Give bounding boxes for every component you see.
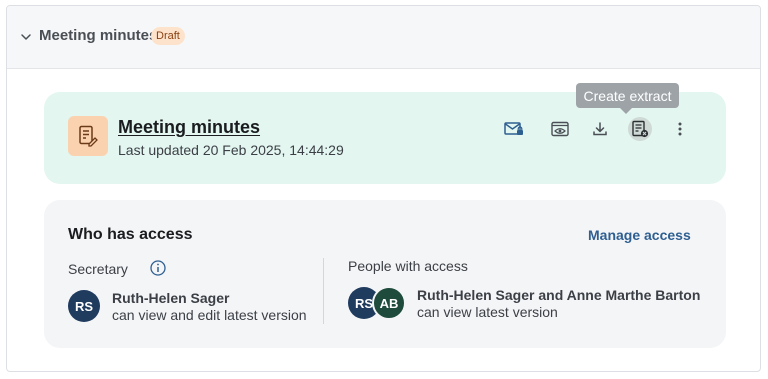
create-extract-tooltip: Create extract (576, 83, 679, 108)
divider (323, 258, 324, 324)
manage-access-link[interactable]: Manage access (588, 227, 691, 243)
access-title: Who has access (68, 226, 193, 243)
secretary-permission: can view and edit latest version (112, 307, 307, 323)
document-card: Meeting minutes Draft Meeting minutes La… (6, 5, 761, 372)
secretary-label: Secretary (68, 261, 128, 277)
email-lock-icon (504, 122, 523, 135)
document-title-link[interactable]: Meeting minutes (118, 117, 260, 138)
draft-badge: Draft (151, 27, 185, 45)
download-button[interactable] (588, 117, 612, 141)
last-updated-text: Last updated 20 Feb 2025, 14:44:29 (118, 142, 344, 158)
chevron-down-icon[interactable] (20, 31, 32, 43)
document-icon (68, 116, 108, 156)
info-icon[interactable] (150, 260, 166, 276)
create-extract-button[interactable] (628, 117, 652, 141)
more-options-button[interactable] (668, 117, 692, 141)
send-email-button[interactable] (502, 117, 526, 141)
tooltip-arrow (620, 108, 632, 114)
people-with-access-label: People with access (348, 258, 468, 274)
people-permission: can view latest version (417, 304, 558, 320)
avatar: RS (68, 290, 100, 322)
access-panel: Who has access Manage access Secretary R… (44, 200, 726, 348)
download-icon (593, 122, 607, 136)
section-title: Meeting minutes (39, 27, 158, 44)
secretary-name: Ruth-Helen Sager (112, 290, 230, 306)
people-names: Ruth-Helen Sager and Anne Marthe Barton (417, 287, 701, 303)
create-extract-icon (632, 120, 649, 138)
card-header[interactable]: Meeting minutes Draft (7, 6, 760, 69)
preview-icon (551, 121, 569, 137)
avatar: AB (372, 286, 406, 320)
more-icon (678, 122, 682, 136)
preview-button[interactable] (548, 117, 572, 141)
